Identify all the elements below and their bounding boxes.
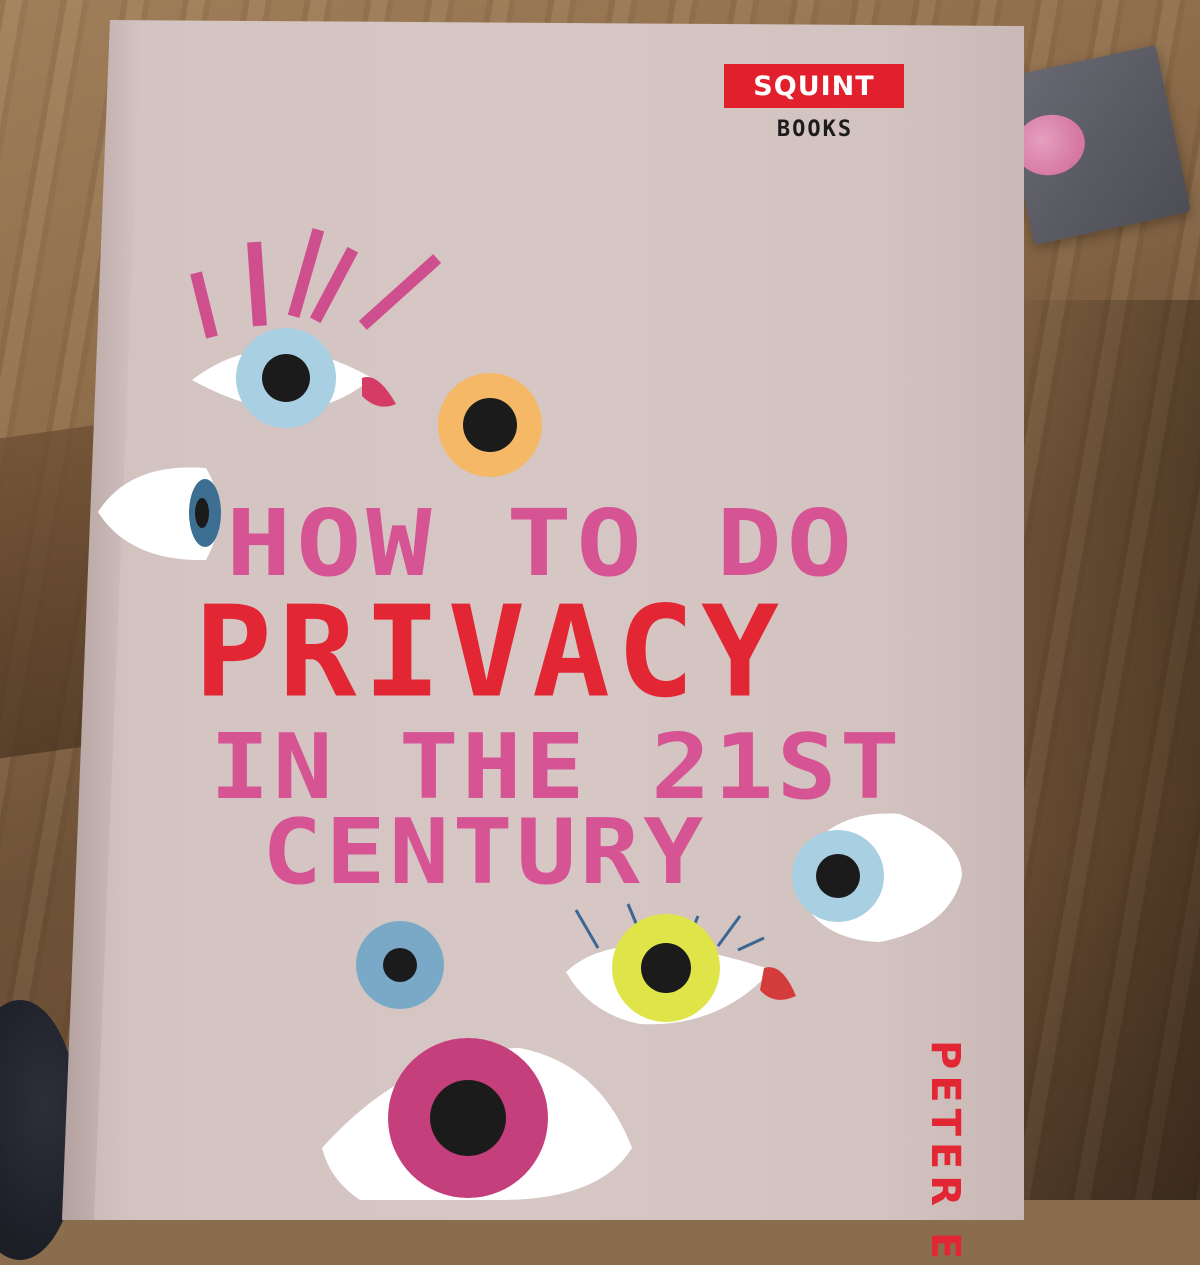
eyelashes-icon: [190, 228, 442, 339]
eye-icon: [322, 1038, 632, 1200]
photo-scene: SQUINT BOOKS HOW TO DO PRIVACY IN THE 21…: [0, 0, 1200, 1265]
title-line-2: PRIVACY: [194, 580, 786, 726]
publisher-name: SQUINT: [753, 70, 875, 102]
title-line-4: CENTURY: [262, 800, 707, 905]
author-name: PETER E: [922, 1040, 968, 1265]
eye-icon: [98, 467, 221, 561]
publisher-sub-label: BOOKS: [776, 116, 854, 142]
eye-icon: [356, 921, 444, 1009]
eye-icon: [792, 813, 962, 942]
eye-icon: [566, 914, 796, 1025]
eye-icon: [192, 328, 396, 428]
eye-icon: [438, 373, 542, 477]
publisher-sub: BOOKS: [740, 114, 890, 144]
publisher-logo: SQUINT: [724, 64, 904, 108]
